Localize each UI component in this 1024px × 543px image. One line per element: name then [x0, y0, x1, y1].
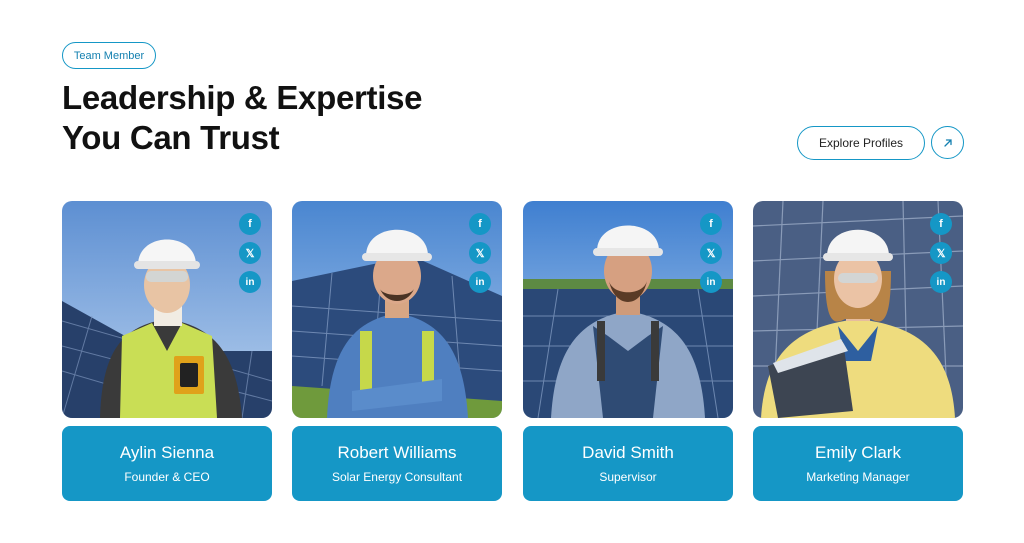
- x-icon[interactable]: 𝕏: [469, 242, 491, 264]
- team-nameplate: Aylin Sienna Founder & CEO: [62, 426, 272, 501]
- title-line-2: You Can Trust: [62, 119, 280, 156]
- member-role: Solar Energy Consultant: [331, 470, 463, 484]
- team-nameplate: Emily Clark Marketing Manager: [753, 426, 963, 501]
- team-nameplate: David Smith Supervisor: [523, 426, 733, 501]
- team-photo: f 𝕏 in: [753, 201, 963, 418]
- arrow-button[interactable]: [931, 126, 964, 159]
- facebook-icon[interactable]: f: [239, 213, 261, 235]
- explore-profiles-button[interactable]: Explore Profiles: [797, 126, 925, 160]
- member-name: Emily Clark: [815, 443, 901, 462]
- member-name: Aylin Sienna: [119, 443, 215, 462]
- facebook-icon[interactable]: f: [930, 213, 952, 235]
- linkedin-icon[interactable]: in: [469, 271, 491, 293]
- facebook-icon[interactable]: f: [700, 213, 722, 235]
- member-role: Marketing Manager: [806, 470, 910, 484]
- page-title: Leadership & Expertise You Can Trust: [62, 78, 482, 158]
- linkedin-icon[interactable]: in: [239, 271, 261, 293]
- x-icon[interactable]: 𝕏: [930, 242, 952, 264]
- title-line-1: Leadership & Expertise: [62, 79, 423, 116]
- facebook-icon[interactable]: f: [469, 213, 491, 235]
- x-icon[interactable]: 𝕏: [239, 242, 261, 264]
- member-name: David Smith: [582, 443, 674, 462]
- linkedin-icon[interactable]: in: [930, 271, 952, 293]
- member-name: Robert Williams: [337, 443, 457, 462]
- x-icon[interactable]: 𝕏: [700, 242, 722, 264]
- arrow-up-right-icon: [943, 138, 952, 147]
- linkedin-icon[interactable]: in: [700, 271, 722, 293]
- team-nameplate: Robert Williams Solar Energy Consultant: [292, 426, 502, 501]
- team-photo: f 𝕏 in: [523, 201, 733, 418]
- section-badge: Team Member: [62, 42, 156, 69]
- member-role: Founder & CEO: [124, 470, 210, 484]
- team-photo: f 𝕏 in: [292, 201, 502, 418]
- team-photo: f 𝕏 in: [62, 201, 272, 418]
- member-role: Supervisor: [599, 470, 657, 484]
